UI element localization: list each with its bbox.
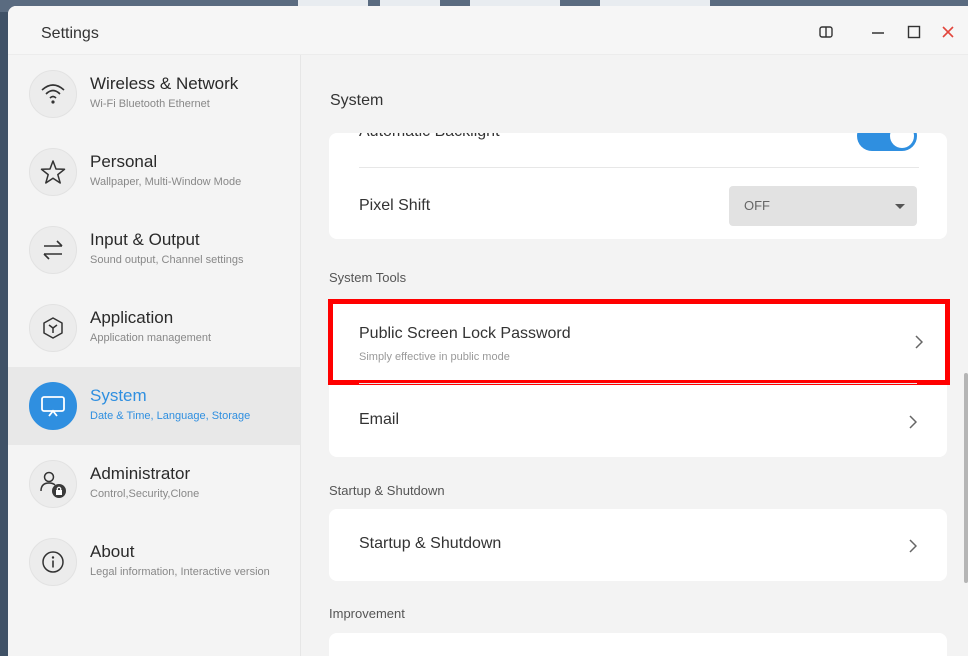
swap-arrows-icon: [29, 226, 77, 274]
improvement-card: [329, 633, 947, 656]
sidebar-item-subtitle: Control,Security,Clone: [90, 488, 200, 500]
sidebar-item-input-output[interactable]: Input & Output Sound output, Channel set…: [8, 211, 300, 289]
admin-lock-icon: [29, 460, 77, 508]
sidebar-item-administrator[interactable]: Administrator Control,Security,Clone: [8, 445, 300, 523]
public-screen-lock-subtitle: Simply effective in public mode: [359, 351, 510, 363]
scrollbar[interactable]: [964, 373, 968, 583]
section-system-tools: System Tools: [329, 270, 407, 285]
email-row[interactable]: Email: [329, 385, 947, 457]
sidebar-item-subtitle: Application management: [90, 332, 212, 344]
divider: [359, 167, 919, 168]
sidebar-item-title: Personal: [90, 152, 158, 171]
chevron-right-icon: [913, 332, 925, 352]
sidebar-item-application[interactable]: Application Application management: [8, 289, 300, 367]
sidebar-item-title: Application: [90, 308, 174, 327]
cube-icon: [29, 304, 77, 352]
sidebar-item-about[interactable]: About Legal information, Interactive ver…: [8, 523, 300, 601]
wifi-icon: [29, 70, 77, 118]
sidebar-item-subtitle: Sound output, Channel settings: [90, 254, 244, 266]
pixel-shift-label: Pixel Shift: [359, 197, 431, 214]
sidebar-item-title: Input & Output: [90, 230, 200, 249]
title-bar: Settings: [8, 6, 968, 55]
sidebar-item-system[interactable]: System Date & Time, Language, Storage: [8, 367, 300, 445]
public-screen-lock-title: Public Screen Lock Password: [359, 325, 571, 342]
sidebar-item-title: Wireless & Network: [90, 74, 239, 93]
main-content: System Automatic Backlight Pixel Shift O…: [301, 55, 968, 656]
sidebar-item-title: About: [90, 542, 135, 561]
dropdown-arrow-icon: [895, 204, 905, 209]
chevron-right-icon: [907, 536, 919, 556]
settings-window: Settings Wireless & Network Wi-Fi Blueto…: [8, 6, 968, 656]
startup-shutdown-row[interactable]: Startup & Shutdown: [329, 509, 947, 581]
automatic-backlight-label: Automatic Backlight: [359, 133, 500, 141]
public-screen-lock-row[interactable]: Public Screen Lock Password Simply effec…: [328, 299, 950, 385]
window-title: Settings: [41, 25, 99, 42]
toggle-knob: [890, 133, 914, 148]
sidebar-item-subtitle: Legal information, Interactive version: [90, 566, 270, 578]
section-startup-shutdown: Startup & Shutdown: [329, 483, 445, 498]
info-icon: [29, 538, 77, 586]
sidebar-item-wireless[interactable]: Wireless & Network Wi-Fi Bluetooth Ether…: [8, 55, 300, 133]
sidebar-item-subtitle: Wallpaper, Multi-Window Mode: [90, 176, 242, 188]
sidebar-item-subtitle: Wi-Fi Bluetooth Ethernet: [90, 98, 210, 110]
sidebar-item-title: Administrator: [90, 464, 191, 483]
chevron-right-icon: [907, 412, 919, 432]
sidebar-item-personal[interactable]: Personal Wallpaper, Multi-Window Mode: [8, 133, 300, 211]
minimize-icon[interactable]: [866, 20, 890, 44]
display-settings-card: Automatic Backlight Pixel Shift OFF: [329, 133, 947, 239]
sidebar-item-subtitle: Date & Time, Language, Storage: [90, 410, 251, 422]
divider: [359, 383, 917, 384]
close-icon[interactable]: [936, 20, 960, 44]
section-improvement: Improvement: [329, 606, 405, 621]
maximize-icon[interactable]: [902, 20, 926, 44]
startup-shutdown-title: Startup & Shutdown: [359, 535, 502, 552]
sidebar-item-title: System: [90, 386, 147, 405]
split-view-icon[interactable]: [814, 20, 838, 44]
automatic-backlight-toggle[interactable]: [857, 133, 917, 151]
monitor-icon: [29, 382, 77, 430]
email-title: Email: [359, 411, 400, 428]
sidebar: Wireless & Network Wi-Fi Bluetooth Ether…: [8, 55, 301, 656]
pixel-shift-value: OFF: [744, 198, 770, 213]
pixel-shift-dropdown[interactable]: OFF: [729, 186, 917, 226]
page-title: System: [330, 92, 384, 109]
star-icon: [29, 148, 77, 196]
